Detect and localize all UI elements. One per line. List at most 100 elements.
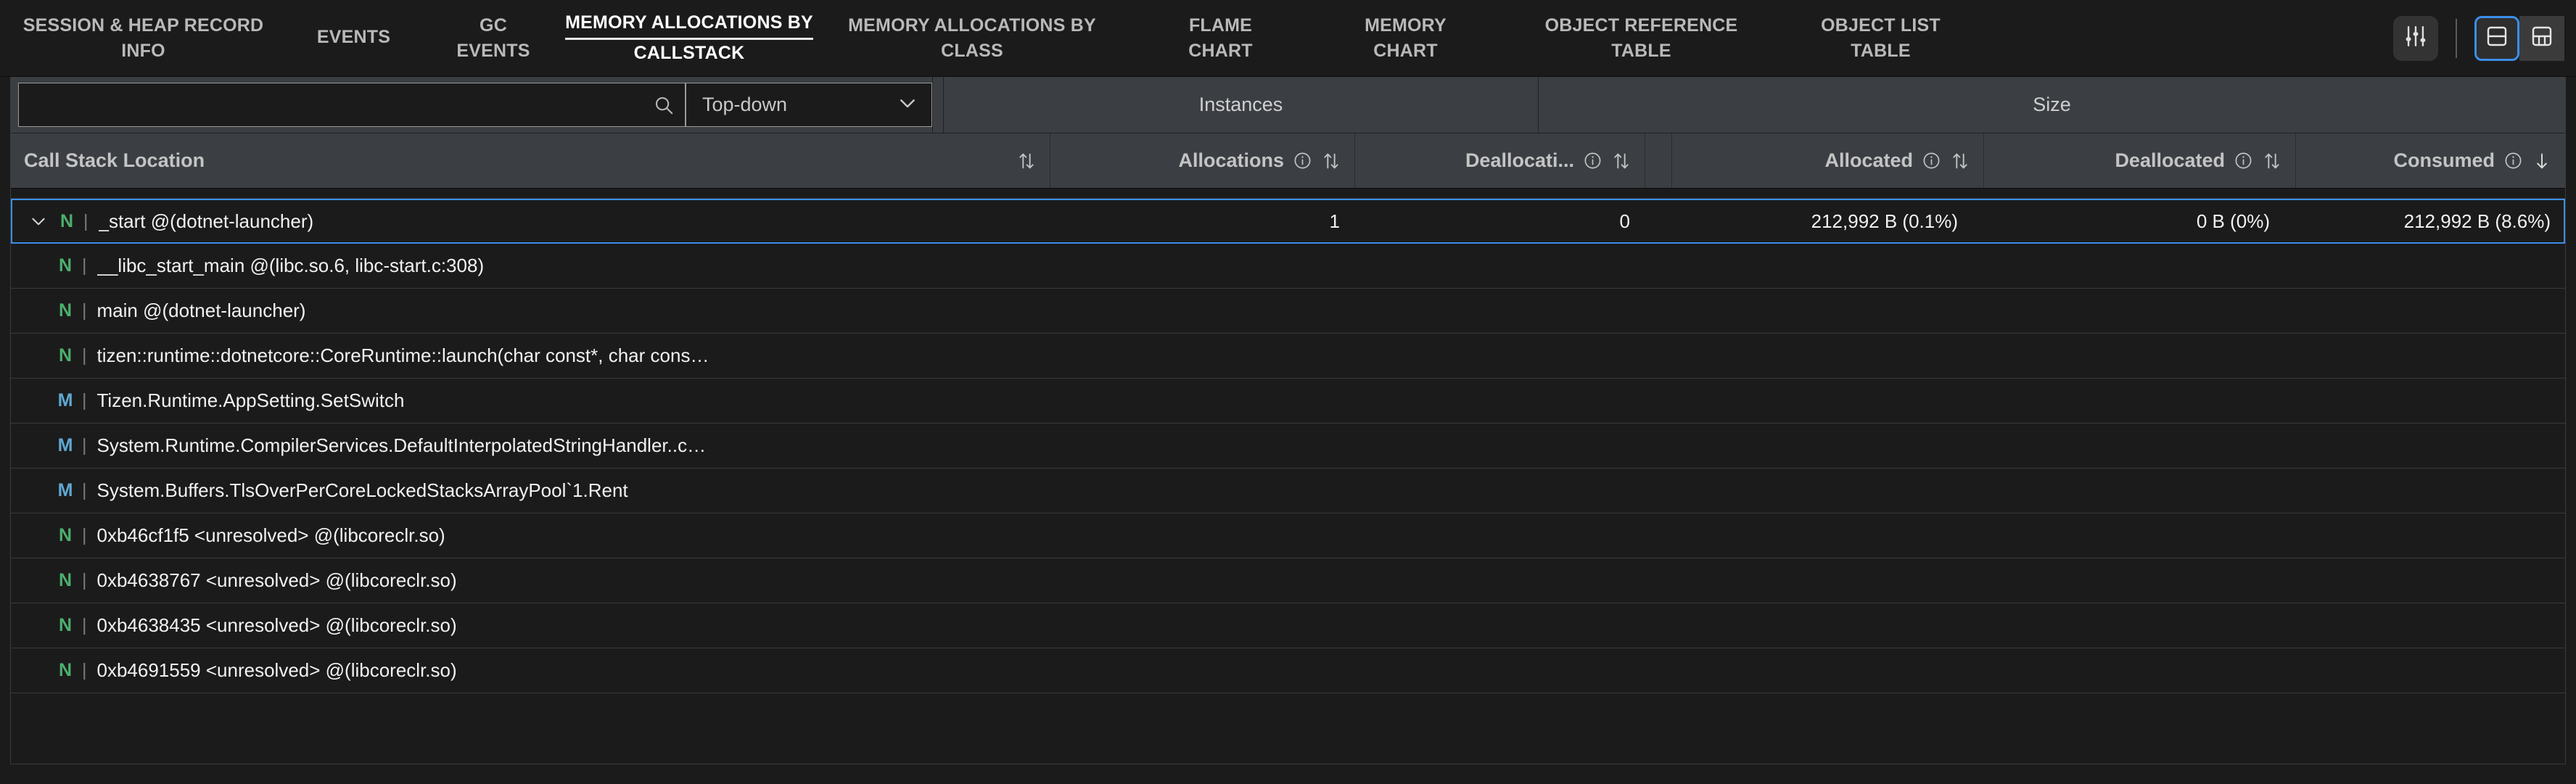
frame-name: 0xb46cf1f5 <unresolved> @(libcoreclr.so)	[96, 524, 445, 546]
chevron-down-icon[interactable]	[22, 212, 54, 231]
callstack-table-panel: Top-down Instances Size Call Stack Locat…	[10, 77, 2566, 764]
tab-object-reference-table[interactable]: OBJECT REFERENCE TABLE	[1502, 0, 1781, 76]
table-row[interactable]: N | 0xb4691559 <unresolved> @(libcoreclr…	[11, 648, 2565, 693]
column-gap	[1645, 133, 1671, 188]
tab-label-line2: CLASS	[941, 40, 1003, 61]
table-row[interactable]: M | System.Runtime.CompilerServices.Defa…	[11, 424, 2565, 469]
search-box[interactable]	[18, 83, 686, 127]
column-header-deallocated[interactable]: Deallocated	[1983, 133, 2295, 188]
sort-unsorted-icon[interactable]	[1321, 151, 1341, 171]
frame-type-badge: N	[58, 300, 73, 321]
tab-label-line2: TABLE	[1851, 40, 1911, 61]
cell-call-stack-location: M | System.Buffers.TlsOverPerCoreLockedS…	[11, 479, 1050, 502]
table-row[interactable]: M | Tizen.Runtime.AppSetting.SetSwitch	[11, 379, 2565, 424]
frame-type-badge: N	[58, 570, 73, 590]
table-row-selected[interactable]: N | _start @(dotnet-launcher) 1 0 212,99…	[11, 199, 2565, 244]
info-icon[interactable]	[2503, 151, 2523, 170]
frame-name: Tizen.Runtime.AppSetting.SetSwitch	[96, 389, 405, 411]
tab-memory-chart[interactable]: MEMORY CHART	[1309, 0, 1502, 76]
frame-name: 0xb4638767 <unresolved> @(libcoreclr.so)	[96, 569, 457, 591]
info-icon[interactable]	[1293, 151, 1312, 170]
frame-type-badge: M	[57, 480, 73, 500]
frame-name: main @(dotnet-launcher)	[96, 300, 306, 321]
filter-gap	[932, 77, 943, 133]
frame-type-badge: N	[58, 345, 73, 366]
tab-label-line2: CHART	[1373, 40, 1438, 61]
cell-call-stack-location: N | __libc_start_main @(libc.so.6, libc-…	[11, 255, 1050, 277]
column-label: Deallocated	[2115, 149, 2225, 171]
view-mode-value: Top-down	[702, 94, 788, 115]
column-header-allocations[interactable]: Allocations	[1050, 133, 1354, 188]
sort-unsorted-icon[interactable]	[1950, 151, 1970, 171]
column-header-consumed[interactable]: Consumed	[2295, 133, 2565, 188]
cell-deallocations: 0	[1619, 210, 1630, 232]
tab-object-list-table[interactable]: OBJECT LIST TABLE	[1781, 0, 1980, 76]
info-icon[interactable]	[1922, 151, 1941, 170]
table-row[interactable]: N | __libc_start_main @(libc.so.6, libc-…	[11, 244, 2565, 289]
column-header-allocated[interactable]: Allocated	[1671, 133, 1983, 188]
sort-unsorted-icon[interactable]	[1611, 151, 1631, 171]
callstack-table-body[interactable]: N | _start @(dotnet-launcher) 1 0 212,99…	[11, 189, 2565, 764]
info-icon[interactable]	[1583, 151, 1602, 170]
tab-label-line1: OBJECT REFERENCE	[1544, 15, 1738, 36]
column-label: Allocated	[1824, 149, 1913, 171]
tab-memory-allocations-by-callstack[interactable]: MEMORY ALLOCATIONS BY CALLSTACK	[565, 0, 813, 76]
tab-session-heap-record-info[interactable]: SESSION & HEAP RECORD INFO	[0, 0, 287, 76]
column-label: Deallocati...	[1465, 149, 1574, 171]
column-header-call-stack-location[interactable]: Call Stack Location	[11, 133, 1050, 188]
tab-label-line2: INFO	[121, 40, 165, 61]
table-row[interactable]: M | System.Buffers.TlsOverPerCoreLockedS…	[11, 469, 2565, 513]
badge-separator: |	[82, 255, 87, 276]
badge-separator: |	[82, 300, 87, 321]
table-row[interactable]: N | main @(dotnet-launcher)	[11, 289, 2565, 334]
frame-name: 0xb4638435 <unresolved> @(libcoreclr.so)	[96, 614, 457, 636]
cell-call-stack-location: N | 0xb4638435 <unresolved> @(libcoreclr…	[11, 614, 1050, 637]
cell-allocated: 212,992 B (0.1%)	[1811, 210, 1958, 232]
search-icon[interactable]	[653, 94, 675, 116]
tab-label-line1: MEMORY ALLOCATIONS BY	[565, 11, 813, 40]
sort-descending-icon[interactable]	[2532, 151, 2552, 171]
group-header-instances: Instances	[943, 77, 1538, 133]
tab-flame-chart[interactable]: FLAME CHART	[1132, 0, 1309, 76]
cell-call-stack-location: M | Tizen.Runtime.AppSetting.SetSwitch	[11, 389, 1050, 412]
layout-split-grid-button[interactable]	[2519, 15, 2564, 61]
tab-label-line1: SESSION & HEAP RECORD	[22, 15, 264, 36]
frame-type-badge: N	[58, 255, 73, 276]
badge-separator: |	[82, 615, 87, 635]
table-row[interactable]: N | 0xb46cf1f5 <unresolved> @(libcoreclr…	[11, 513, 2565, 558]
info-icon[interactable]	[2234, 151, 2253, 170]
table-row[interactable]: N | 0xb4638435 <unresolved> @(libcoreclr…	[11, 603, 2565, 648]
sliders-icon	[2403, 24, 2428, 52]
tab-gc-events[interactable]: GC EVENTS	[421, 0, 566, 76]
tab-list: SESSION & HEAP RECORD INFO EVENTS GC EVE…	[0, 0, 2393, 76]
badge-separator: |	[82, 480, 87, 500]
table-row[interactable]	[11, 189, 2565, 199]
tab-events[interactable]: EVENTS	[287, 0, 421, 76]
column-label: Consumed	[2393, 149, 2495, 171]
sort-unsorted-icon[interactable]	[2262, 151, 2282, 171]
table-row[interactable]: N | 0xb4638767 <unresolved> @(libcoreclr…	[11, 558, 2565, 603]
tab-memory-allocations-by-class[interactable]: MEMORY ALLOCATIONS BY CLASS	[812, 0, 1132, 76]
tab-label-line1: MEMORY ALLOCATIONS BY	[848, 15, 1096, 36]
view-mode-dropdown[interactable]: Top-down	[686, 83, 932, 127]
tab-label-line2: CHART	[1188, 40, 1253, 61]
cell-call-stack-location: N | 0xb4638767 <unresolved> @(libcoreclr…	[11, 569, 1050, 592]
frame-name: _start @(dotnet-launcher)	[98, 210, 314, 232]
layout-split-horizontal-button[interactable]	[2474, 15, 2519, 61]
tab-label-line1: GC	[480, 15, 507, 36]
table-row[interactable]: N | tizen::runtime::dotnetcore::CoreRunt…	[11, 334, 2565, 379]
column-header-deallocations[interactable]: Deallocati...	[1354, 133, 1645, 188]
badge-separator: |	[82, 660, 87, 680]
tab-label-line2: EVENTS	[456, 40, 530, 61]
sort-unsorted-icon[interactable]	[1016, 151, 1037, 171]
column-label: Call Stack Location	[24, 149, 205, 171]
settings-button[interactable]	[2393, 15, 2438, 61]
search-input[interactable]	[29, 94, 653, 115]
frame-name: 0xb4691559 <unresolved> @(libcoreclr.so)	[96, 659, 457, 681]
frame-type-badge: M	[57, 435, 73, 455]
tab-label-line1: FLAME	[1188, 15, 1253, 36]
frame-name: __libc_start_main @(libc.so.6, libc-star…	[96, 255, 485, 276]
group-header-size: Size	[1538, 77, 2565, 133]
top-tab-bar: SESSION & HEAP RECORD INFO EVENTS GC EVE…	[0, 0, 2576, 77]
cell-call-stack-location: N | tizen::runtime::dotnetcore::CoreRunt…	[11, 344, 1050, 367]
